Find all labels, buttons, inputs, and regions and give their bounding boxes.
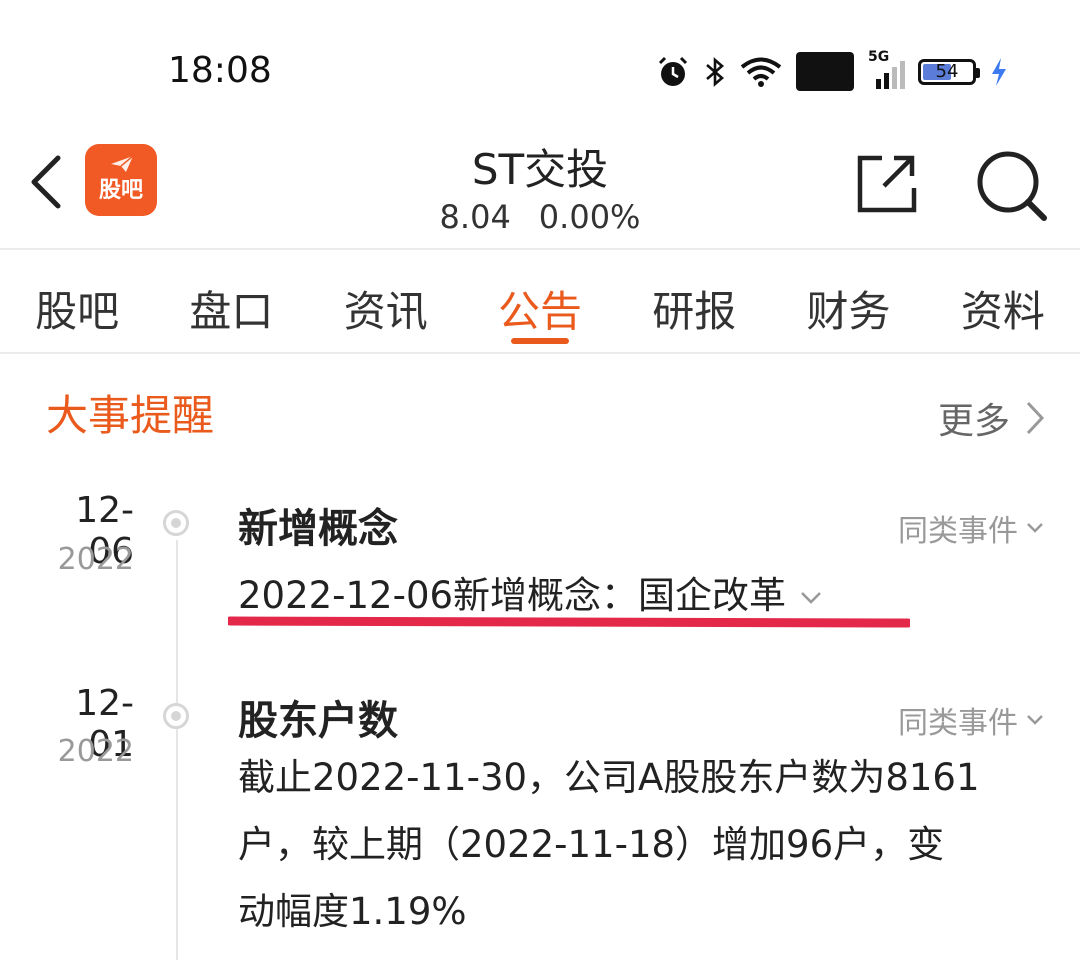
same-type-label: 同类事件: [898, 514, 1018, 549]
timeline-dot: [163, 703, 189, 729]
stock-change: 0.00%: [538, 198, 641, 236]
stock-header: 股吧 ST交投 8.04 0.00%: [0, 120, 1080, 250]
search-button[interactable]: [974, 148, 1050, 224]
alarm-icon: [656, 55, 690, 89]
tabs-divider: [0, 352, 1080, 354]
stock-tabs: 股吧 盘口 资讯 公告 研报 财务 资料: [0, 252, 1080, 352]
event-title: 股东户数: [238, 698, 398, 744]
battery-icon: 54: [918, 58, 980, 85]
search-icon: [977, 151, 1047, 221]
tab-label: 研报: [652, 287, 737, 336]
event-title: 新增概念: [238, 506, 398, 552]
event-detail: 截止2022-11-30，公司A股股东户数为8161 户，较上期（2022-11…: [238, 744, 1048, 945]
more-button[interactable]: 更多: [938, 392, 1046, 444]
more-label: 更多: [937, 401, 1010, 442]
tab-pankou[interactable]: 盘口: [154, 252, 308, 352]
red-underline-annotation: [228, 616, 910, 628]
event-detail-text: 2022-12-06新增概念：国企改革: [238, 574, 787, 617]
tab-news[interactable]: 资讯: [309, 252, 463, 352]
tab-announcements[interactable]: 公告: [463, 252, 617, 352]
event-detail-line: 截止2022-11-30，公司A股股东户数为8161: [238, 756, 980, 799]
status-time: 18:08: [168, 50, 272, 91]
stock-price: 8.04: [439, 198, 511, 236]
timeline-dot: [163, 510, 189, 536]
5g-signal-icon: 5G: [868, 49, 905, 89]
section-title: 大事提醒: [46, 391, 215, 440]
active-tab-indicator: [510, 338, 569, 344]
tab-label: 资料: [960, 287, 1045, 336]
tab-label: 资讯: [343, 287, 428, 336]
share-icon: [857, 155, 917, 213]
status-icons: HD 5G 54: [656, 49, 1008, 91]
bluetooth-icon: [704, 56, 726, 88]
tab-label: 盘口: [189, 287, 274, 336]
tab-profile[interactable]: 资料: [926, 252, 1080, 352]
same-type-events-button[interactable]: 同类事件: [898, 506, 1044, 550]
chevron-right-icon: [1026, 401, 1045, 435]
tab-label: 财务: [806, 287, 891, 336]
charging-icon: [990, 57, 1008, 87]
share-button[interactable]: [854, 150, 920, 216]
tab-research[interactable]: 研报: [617, 252, 771, 352]
tab-label: 股吧: [35, 287, 120, 336]
event-year: 2022: [57, 734, 134, 769]
event-detail-line: 户，较上期（2022-11-18）增加96户，变: [238, 823, 945, 866]
tab-guba[interactable]: 股吧: [0, 252, 154, 352]
chevron-down-icon: [1027, 523, 1043, 533]
event-year: 2022: [57, 542, 134, 577]
same-type-events-button[interactable]: 同类事件: [898, 698, 1044, 742]
timeline-line: [176, 540, 178, 960]
tab-finance[interactable]: 财务: [771, 252, 925, 352]
status-bar: 18:08 HD 5G 54: [0, 0, 1080, 140]
battery-level: 54: [935, 61, 959, 82]
wifi-icon: [740, 56, 782, 88]
expand-chevron-icon: [801, 591, 821, 604]
chevron-down-icon: [1027, 715, 1043, 725]
same-type-label: 同类事件: [898, 706, 1018, 741]
tab-label: 公告: [497, 287, 582, 336]
event-detail-line: 动幅度1.19%: [238, 890, 467, 933]
hd-icon: HD: [795, 52, 854, 91]
header-divider: [0, 248, 1080, 250]
